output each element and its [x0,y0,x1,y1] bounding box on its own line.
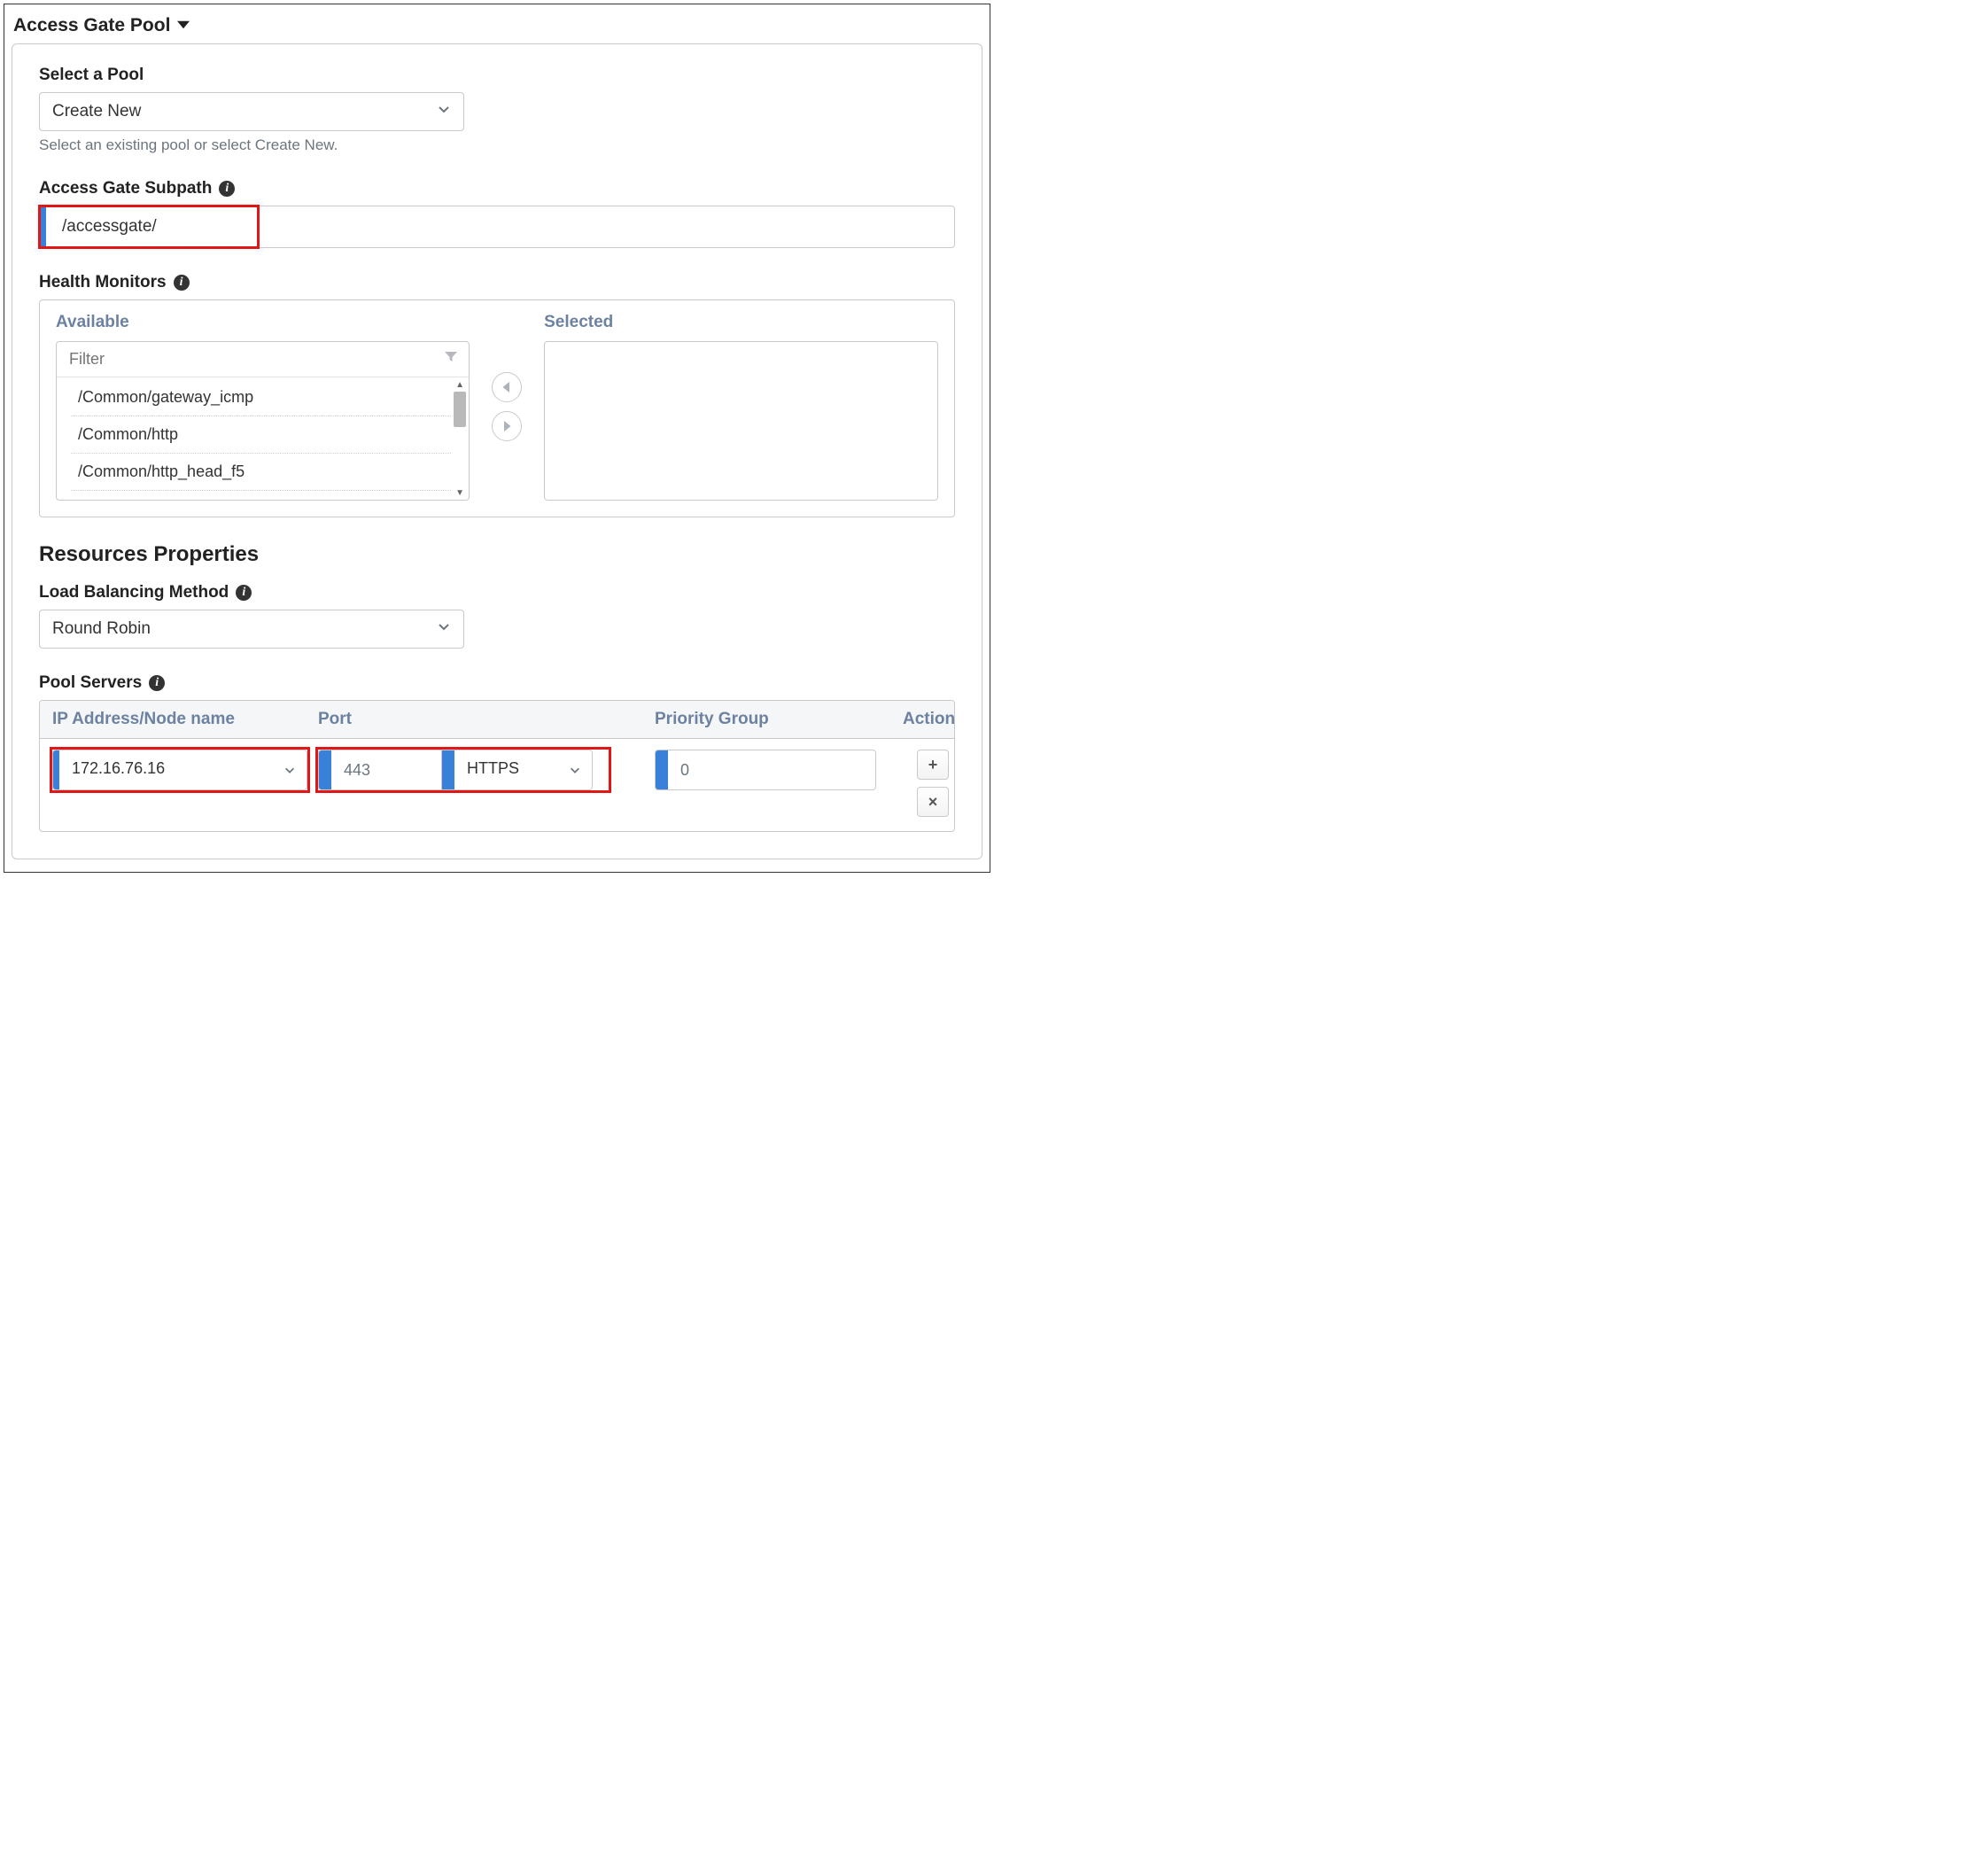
resources-heading: Resources Properties [39,542,955,567]
node-value: 172.16.76.16 [59,750,273,789]
info-icon[interactable]: i [219,181,235,197]
required-stripe [442,750,454,789]
chevron-down-icon [437,619,451,639]
lbm-group: Load Balancing Method i Round Robin [39,583,955,649]
chevron-down-icon [437,102,451,121]
transfer-buttons [489,313,524,501]
col-action: Action [897,710,955,729]
scroll-thumb[interactable] [454,392,466,427]
access-gate-pool-panel: Access Gate Pool Select a Pool Create Ne… [4,4,990,873]
col-ip: IP Address/Node name [47,710,313,729]
times-icon: × [928,793,938,812]
subpath-input-wrap [39,206,955,248]
subpath-input-container [39,206,955,248]
pool-servers-label-text: Pool Servers [39,673,142,693]
select-pool-label: Select a Pool [39,66,955,85]
port-protocol-value: HTTPS [454,750,558,789]
move-right-button[interactable] [492,411,522,441]
scroll-up-icon[interactable]: ▲ [455,381,464,390]
chevron-down-icon [558,750,592,789]
port-combo: HTTPS [318,750,609,790]
cell-ip: 172.16.76.16 [47,750,313,790]
available-column: Available /Common/gateway_icmp /Common/h… [56,313,470,501]
pool-servers-group: Pool Servers i IP Address/Node name Port… [39,673,955,832]
required-stripe [40,206,46,247]
info-icon[interactable]: i [236,585,252,601]
filter-icon [444,350,458,369]
plus-icon: + [928,756,938,774]
available-filter-row [57,342,469,377]
port-protocol-select[interactable]: HTTPS [442,750,593,790]
lbm-label-text: Load Balancing Method [39,583,229,602]
subpath-input[interactable] [46,206,954,247]
health-monitors-label: Health Monitors i [39,273,955,292]
required-stripe [319,750,331,789]
health-monitors-panel: Available /Common/gateway_icmp /Common/h… [39,299,955,517]
selected-listbox[interactable] [544,341,938,501]
subpath-label: Access Gate Subpath i [39,179,955,198]
highlight-ip: 172.16.76.16 [52,750,307,790]
list-item[interactable]: /Common/gateway_icmp [71,379,451,416]
health-monitors-group: Health Monitors i Available /Comm [39,273,955,517]
health-monitors-label-text: Health Monitors [39,273,167,292]
cell-action: + × [897,750,955,817]
selected-header: Selected [544,313,938,332]
required-stripe [656,750,668,789]
node-select[interactable]: 172.16.76.16 [52,750,307,790]
port-number-input-wrap [318,750,442,790]
row-action-buttons: + × [903,750,955,817]
available-listbox: /Common/gateway_icmp /Common/http /Commo… [56,341,470,501]
pool-servers-label: Pool Servers i [39,673,955,693]
add-row-button[interactable]: + [917,750,949,780]
select-pool-value: Create New [52,102,141,121]
select-pool-label-text: Select a Pool [39,66,144,85]
required-stripe [53,750,59,789]
remove-row-button[interactable]: × [917,787,949,817]
pool-config-panel: Select a Pool Create New Select an exist… [12,43,982,859]
priority-input[interactable] [668,750,876,789]
col-priority: Priority Group [649,710,897,729]
cell-port: HTTPS [313,750,614,790]
triangle-left-icon [501,382,512,392]
port-number-input[interactable] [331,750,442,789]
col-port: Port [313,710,614,729]
list-item[interactable]: /Common/http [71,416,451,454]
available-items: /Common/gateway_icmp /Common/http /Commo… [57,379,451,500]
select-pool-group: Select a Pool Create New Select an exist… [39,66,955,154]
lbm-label: Load Balancing Method i [39,583,955,602]
subpath-label-text: Access Gate Subpath [39,179,212,198]
list-item[interactable]: /Common/http_head_f5 [71,454,451,491]
lbm-dropdown[interactable]: Round Robin [39,610,464,649]
triangle-right-icon [501,421,512,431]
priority-input-wrap [655,750,876,790]
available-header: Available [56,313,470,332]
section-header[interactable]: Access Gate Pool [13,15,190,36]
subpath-group: Access Gate Subpath i [39,179,955,248]
caret-down-icon [177,15,190,36]
selected-column: Selected [544,313,938,501]
lbm-value: Round Robin [52,619,151,639]
info-icon[interactable]: i [149,675,165,691]
scroll-down-icon[interactable]: ▼ [455,489,464,498]
section-title-text: Access Gate Pool [13,15,170,36]
chevron-down-icon [273,750,307,789]
select-pool-helper: Select an existing pool or select Create… [39,136,955,154]
move-left-button[interactable] [492,372,522,402]
available-scrollbar[interactable]: ▲ ▼ [453,381,467,498]
info-icon[interactable]: i [174,275,190,291]
available-filter-input[interactable] [67,349,444,369]
cell-priority [649,750,897,790]
select-pool-dropdown[interactable]: Create New [39,92,464,131]
pool-servers-table: IP Address/Node name Port Priority Group… [39,700,955,832]
highlight-port: HTTPS [318,750,609,790]
pool-server-row: 172.16.76.16 [40,739,954,831]
pool-servers-header-row: IP Address/Node name Port Priority Group… [40,701,954,739]
